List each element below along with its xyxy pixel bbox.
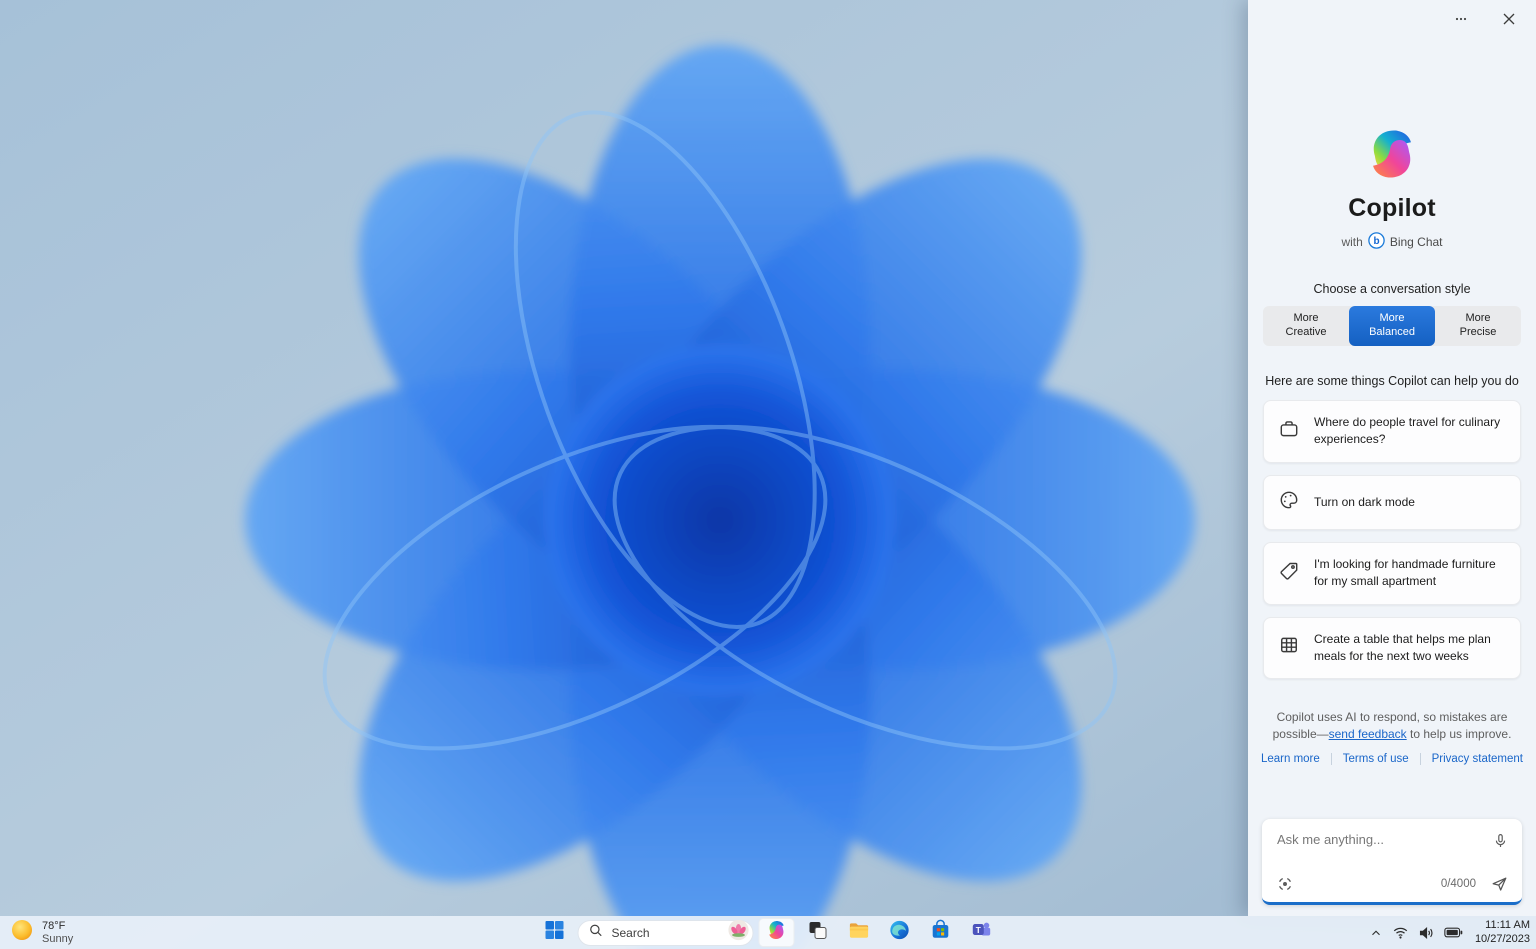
panel-spacer (1248, 765, 1536, 819)
terms-of-use-link[interactable]: Terms of use (1330, 752, 1420, 765)
mic-icon[interactable] (1492, 832, 1509, 850)
edge-icon (889, 919, 911, 946)
start-button[interactable] (537, 918, 573, 947)
search-label: Search (611, 925, 650, 940)
ai-disclaimer: Copilot uses AI to respond, so mistakes … (1272, 710, 1512, 741)
chat-input-toolbar: 0/4000 (1276, 875, 1509, 893)
tray-time: 11:11 AM (1485, 918, 1530, 931)
weather-widget[interactable]: 78°F Sunny (10, 918, 73, 947)
suggestion-text: Create a table that helps me plan meals … (1314, 631, 1491, 663)
bing-icon: b (1368, 232, 1385, 252)
conversation-style-tabs: More Creative More Balanced More Precise (1263, 306, 1521, 346)
suggestion-text: Where do people travel for culinary expe… (1314, 415, 1501, 447)
copilot-taskbar-icon (766, 919, 788, 946)
copilot-subtitle: with b Bing Chat (1248, 232, 1536, 252)
svg-text:b: b (1373, 236, 1379, 247)
subtitle-bing-chat: Bing Chat (1389, 235, 1443, 249)
briefcase-icon (1278, 418, 1300, 445)
table-icon (1278, 634, 1300, 661)
close-icon[interactable] (1496, 9, 1522, 29)
chat-input-row (1262, 819, 1522, 850)
svg-text:T: T (976, 926, 981, 935)
suggestion-card-meal-table[interactable]: Create a table that helps me plan meals … (1263, 616, 1521, 680)
weather-condition: Sunny (42, 933, 74, 946)
teams-icon: T (971, 919, 993, 946)
suggestion-card-furniture[interactable]: I'm looking for handmade furniture for m… (1263, 541, 1521, 605)
clock-widget[interactable]: 11:11 AM 10/27/2023 (1472, 919, 1530, 947)
suggestion-text: I'm looking for handmade furniture for m… (1314, 556, 1496, 589)
more-options-icon[interactable] (1448, 9, 1474, 29)
file-explorer-button[interactable] (841, 918, 877, 947)
volume-icon[interactable] (1418, 925, 1435, 941)
chat-input-card: 0/4000 (1262, 819, 1522, 905)
palette-icon (1278, 489, 1300, 516)
teams-button[interactable]: T (964, 918, 1000, 947)
copilot-panel-header (1248, 0, 1536, 30)
send-icon[interactable] (1490, 875, 1509, 893)
chat-input[interactable] (1277, 832, 1492, 847)
task-view-icon (807, 919, 829, 946)
tab-more-precise[interactable]: More Precise (1435, 306, 1521, 346)
taskbar-center: Search T (537, 918, 1000, 947)
send-feedback-link[interactable]: send feedback (1329, 727, 1407, 741)
copilot-logo (1363, 126, 1421, 182)
privacy-statement-link[interactable]: Privacy statement (1419, 752, 1534, 765)
system-tray: 11:11 AM 10/27/2023 (1369, 919, 1530, 947)
copilot-panel: Copilot with b Bing Chat Choose a conver… (1248, 0, 1536, 916)
char-counter: 0/4000 (1440, 878, 1476, 890)
suggestion-card-travel[interactable]: Where do people travel for culinary expe… (1263, 400, 1521, 463)
edge-button[interactable] (882, 918, 918, 947)
task-view-button[interactable] (800, 918, 836, 947)
tray-date: 10/27/2023 (1474, 932, 1530, 945)
tab-more-balanced[interactable]: More Balanced (1349, 306, 1435, 346)
visual-search-icon[interactable] (1276, 875, 1294, 893)
footer-links: Learn more Terms of use Privacy statemen… (1248, 752, 1536, 765)
file-explorer-icon (847, 919, 870, 947)
sun-icon (10, 918, 34, 947)
store-icon (930, 919, 952, 946)
windows-start-icon (544, 919, 566, 946)
taskbar-copilot-button[interactable] (758, 918, 795, 947)
tag-icon (1278, 560, 1300, 587)
weather-temp: 78°F (42, 919, 66, 932)
battery-icon[interactable] (1444, 926, 1463, 939)
suggestion-text: Turn on dark mode (1314, 494, 1415, 509)
taskbar: 78°F Sunny Search T 11:11 AM 10/27/2023 (0, 916, 1536, 949)
learn-more-link[interactable]: Learn more (1250, 753, 1331, 765)
tab-more-creative[interactable]: More Creative (1263, 306, 1349, 346)
store-button[interactable] (923, 918, 959, 947)
chevron-up-icon[interactable] (1369, 926, 1383, 940)
search-icon (589, 923, 604, 943)
subtitle-with: with (1341, 235, 1363, 249)
wifi-icon[interactable] (1392, 925, 1409, 940)
suggestion-cards: Where do people travel for culinary expe… (1263, 388, 1521, 680)
lotus-icon (728, 919, 750, 946)
taskbar-search[interactable]: Search (577, 919, 754, 946)
conversation-style-heading: Choose a conversation style (1313, 282, 1471, 296)
copilot-title: Copilot (1348, 194, 1436, 222)
suggestion-card-dark-mode[interactable]: Turn on dark mode (1263, 474, 1521, 530)
suggestions-heading: Here are some things Copilot can help yo… (1265, 374, 1519, 388)
